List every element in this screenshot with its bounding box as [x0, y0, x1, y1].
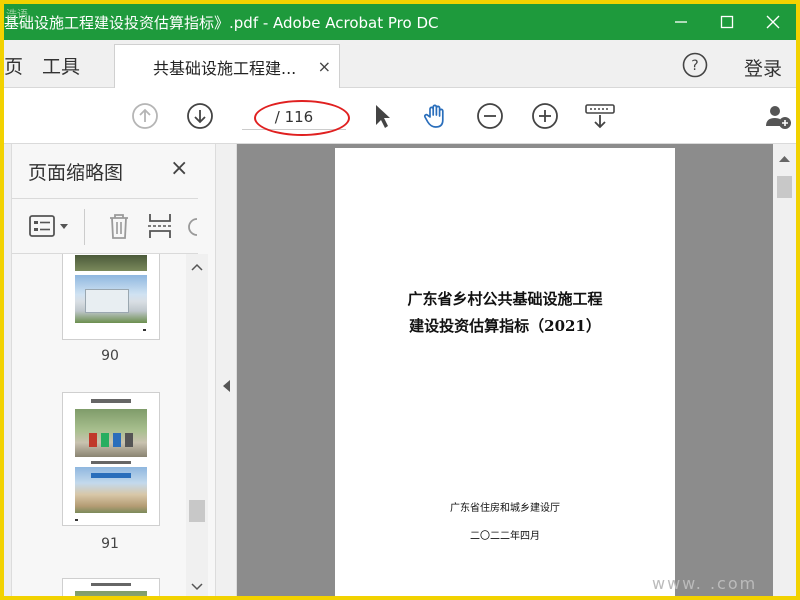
panel-toolbar-divider	[84, 209, 85, 245]
tab-home[interactable]: 页	[4, 52, 23, 79]
hand-tool-icon[interactable]	[422, 102, 450, 130]
thumbnail-scrollbar[interactable]	[186, 254, 208, 596]
scroll-up-icon[interactable]	[191, 262, 203, 272]
scroll-mode-icon[interactable]	[584, 102, 616, 130]
zoom-out-icon[interactable]	[476, 102, 504, 130]
collapse-arrow-icon[interactable]	[222, 380, 231, 392]
document-page: 广东省乡村公共基础设施工程 建设投资估算指标（2021） 广东省住房和城乡建设厅…	[335, 148, 675, 596]
login-button[interactable]: 登录	[744, 54, 782, 81]
panel-toolbar	[12, 198, 198, 254]
thumbnail-panel: 页面缩略图 × 90 91	[4, 144, 216, 596]
thumbnail-options-icon[interactable]	[28, 213, 72, 241]
rotate-icon[interactable]	[186, 211, 198, 241]
next-page-icon[interactable]	[186, 102, 214, 130]
thumbnail-photo	[75, 409, 147, 457]
document-date: 二〇二二年四月	[470, 531, 540, 542]
scroll-down-icon[interactable]	[191, 582, 203, 592]
tab-document[interactable]: 共基础设施工程建... ×	[114, 44, 340, 89]
minimize-icon	[675, 21, 687, 23]
panel-close-button[interactable]: ×	[170, 156, 188, 181]
document-scrollbar[interactable]	[773, 144, 796, 596]
select-cursor-icon[interactable]	[368, 102, 396, 130]
scrollbar-thumb[interactable]	[777, 176, 792, 198]
thumbnail-photo	[75, 275, 147, 323]
help-symbol: ?	[691, 58, 698, 74]
document-title-line1: 广东省乡村公共基础设施工程	[407, 290, 603, 308]
watermark-bottom: www. .com	[652, 574, 758, 593]
close-window-button[interactable]	[750, 4, 796, 40]
insert-pages-icon[interactable]	[146, 211, 174, 241]
maximize-icon	[720, 15, 734, 29]
help-icon[interactable]: ?	[682, 52, 708, 78]
thumbnail-photo	[75, 255, 147, 271]
document-view[interactable]: 广东省乡村公共基础设施工程 建设投资估算指标（2021） 广东省住房和城乡建设厅…	[237, 144, 773, 596]
minimize-button[interactable]	[658, 4, 704, 40]
window-controls	[658, 4, 796, 40]
thumbnail-photo	[75, 591, 147, 596]
annotation-circle	[254, 100, 350, 136]
tab-bar: 页 工具 共基础设施工程建... × ? 登录	[4, 40, 796, 89]
title-bar: 浩语 基础设施工程建设投资估算指标》.pdf - Adobe Acrobat P…	[4, 4, 796, 40]
previous-page-icon[interactable]	[131, 102, 159, 130]
tab-tools[interactable]: 工具	[42, 52, 80, 79]
tab-document-label: 共基础设施工程建...	[153, 59, 297, 78]
panel-collapse-strip[interactable]	[216, 144, 237, 596]
panel-edge	[4, 144, 12, 596]
thumbnail-page-92[interactable]	[62, 578, 160, 596]
maximize-button[interactable]	[704, 4, 750, 40]
app-window: 浩语 基础设施工程建设投资估算指标》.pdf - Adobe Acrobat P…	[4, 4, 796, 596]
thumbnail-page-91[interactable]	[62, 392, 160, 526]
main-toolbar: / 116	[4, 88, 796, 144]
thumbnail-page-number: 90	[101, 348, 119, 364]
window-title: 基础设施工程建设投资估算指标》.pdf - Adobe Acrobat Pro …	[4, 13, 439, 32]
scrollbar-thumb[interactable]	[189, 500, 205, 522]
thumbnail-page-90[interactable]	[62, 254, 160, 340]
trash-icon[interactable]	[106, 211, 132, 241]
share-user-icon[interactable]	[764, 102, 792, 130]
tab-close-button[interactable]: ×	[318, 57, 331, 76]
scroll-up-icon[interactable]	[778, 154, 791, 164]
close-icon	[766, 15, 780, 29]
thumbnail-list: 90 91	[12, 254, 186, 596]
document-issuer: 广东省住房和城乡建设厅	[450, 503, 560, 514]
panel-title: 页面缩略图	[28, 162, 124, 184]
watermark-top: 浩语	[6, 8, 28, 21]
thumbnail-photo	[75, 467, 147, 513]
document-title-line2: 建设投资估算指标（2021）	[409, 317, 601, 335]
zoom-in-icon[interactable]	[531, 102, 559, 130]
thumbnail-page-number: 91	[101, 536, 119, 552]
